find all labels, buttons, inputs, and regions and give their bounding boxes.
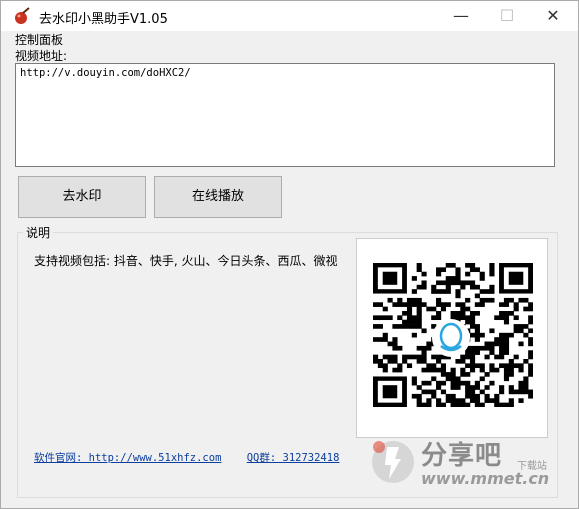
qq-group-link[interactable]: QQ群: 312732418 xyxy=(247,452,340,464)
remove-watermark-button[interactable]: 去水印 xyxy=(18,176,146,218)
video-url-input[interactable]: http://v.douyin.com/doHXC2/ xyxy=(15,63,555,167)
maximize-button[interactable]: ☐ xyxy=(484,1,530,31)
watermark-brand: 分享吧 xyxy=(421,441,503,471)
close-button[interactable]: ✕ xyxy=(530,1,576,31)
video-url-label: 视频地址: xyxy=(15,49,68,63)
app-logo-icon xyxy=(15,7,30,24)
app-window: 去水印小黑助手V1.05 — ☐ ✕ 控制面板 视频地址: http://v.d… xyxy=(0,0,579,509)
watermark-site: www.mmet.cn xyxy=(421,469,550,488)
info-legend: 说明 xyxy=(23,224,54,241)
watermark-logo-icon xyxy=(372,441,414,483)
play-online-button[interactable]: 在线播放 xyxy=(154,176,282,218)
official-website-link[interactable]: 软件官网: http://www.51xhfz.com xyxy=(34,452,221,464)
minimize-button[interactable]: — xyxy=(438,1,484,31)
supported-platforms-text: 支持视频包括: 抖音、快手, 火山、今日头条、西瓜、微视 xyxy=(34,254,338,268)
site-watermark: 分享吧 下载站 www.mmet.cn xyxy=(369,431,569,501)
control-panel-label: 控制面板 xyxy=(15,33,64,47)
window-title: 去水印小黑助手V1.05 xyxy=(39,12,168,27)
footer-links: 软件官网: http://www.51xhfz.com QQ群: 3127324… xyxy=(34,450,339,465)
qq-penguin-icon xyxy=(432,319,470,357)
title-bar: 去水印小黑助手V1.05 — ☐ ✕ xyxy=(1,1,578,31)
